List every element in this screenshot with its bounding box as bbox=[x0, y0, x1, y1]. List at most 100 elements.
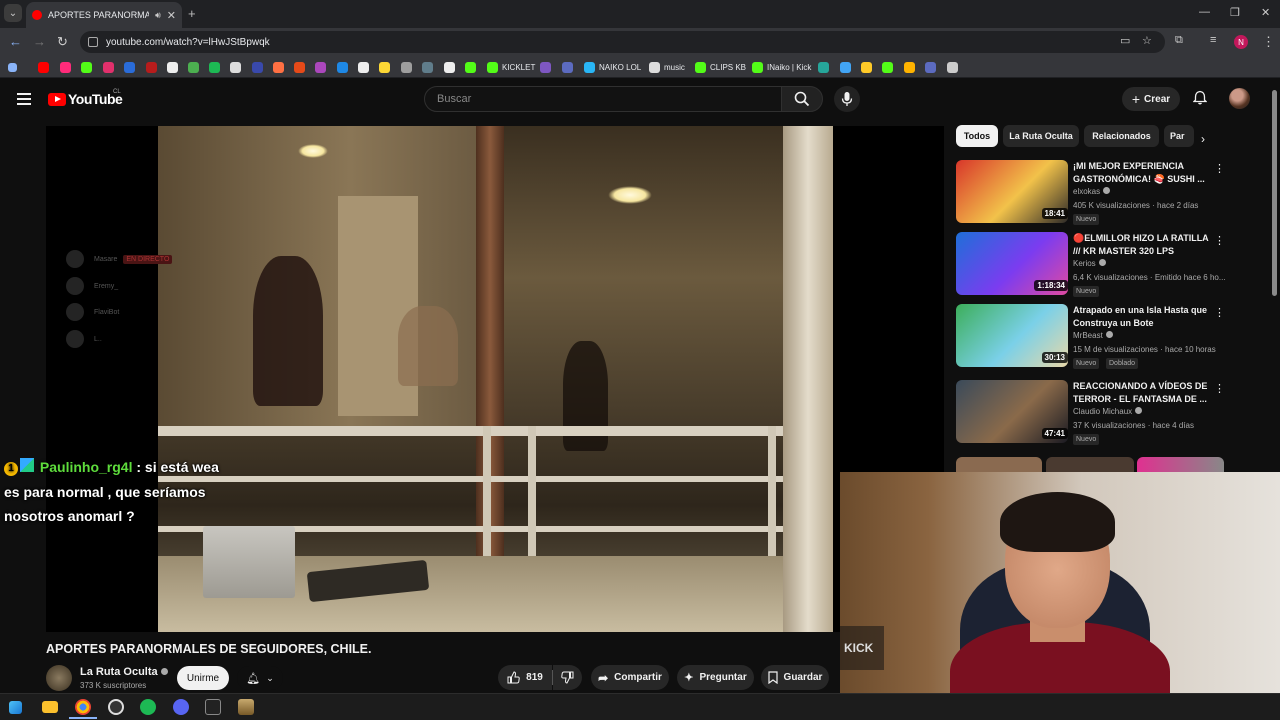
search-button[interactable] bbox=[781, 86, 823, 112]
bookmark-icon[interactable] bbox=[540, 61, 555, 73]
chip-partial[interactable]: Par bbox=[1164, 125, 1194, 147]
bookmark-music[interactable]: music bbox=[649, 61, 685, 73]
bookmark-kicklet[interactable]: KICKLET bbox=[487, 61, 535, 73]
user-avatar[interactable] bbox=[1229, 88, 1250, 109]
search-input[interactable]: Buscar bbox=[424, 86, 782, 112]
recommended-title[interactable]: REACCIONANDO A VÍDEOS DE TERROR - EL FAN… bbox=[1073, 380, 1213, 406]
notifications-bell-icon[interactable] bbox=[1192, 90, 1208, 108]
chrome-icon[interactable] bbox=[75, 699, 91, 715]
bookmark-icon[interactable] bbox=[444, 61, 459, 73]
more-options-icon[interactable]: ⋮ bbox=[1214, 382, 1225, 395]
video-thumbnail[interactable] bbox=[1137, 457, 1224, 473]
star-icon[interactable]: ☆ bbox=[1142, 34, 1152, 47]
bookmark-icon[interactable] bbox=[337, 61, 352, 73]
channel-avatar[interactable] bbox=[46, 665, 72, 691]
bookmark-icon[interactable] bbox=[840, 61, 855, 73]
video-player[interactable]: Masare EN DIRECTO Eremy_ FlaviBot L.. bbox=[46, 126, 944, 632]
extensions-icon[interactable]: ⧉ bbox=[1175, 34, 1183, 47]
bookmark-icon[interactable] bbox=[465, 61, 480, 73]
bookmark-x-icon[interactable] bbox=[167, 61, 182, 73]
subscription-bell-button[interactable]: 🔔︎ ⌄ bbox=[237, 666, 283, 690]
close-tab-icon[interactable]: ✕ bbox=[167, 9, 176, 22]
apps-grid-icon[interactable] bbox=[8, 61, 21, 73]
share-button[interactable]: ➦ Compartir bbox=[591, 665, 669, 690]
recommended-title[interactable]: 🔴ELMILLOR HIZO LA RATILLA /// KR MASTER … bbox=[1073, 232, 1213, 258]
bookmark-clips-kb[interactable]: CLIPS KB bbox=[695, 61, 746, 73]
site-settings-icon[interactable] bbox=[88, 37, 98, 47]
spotify-icon[interactable] bbox=[140, 699, 156, 715]
bookmark-icon[interactable] bbox=[861, 61, 876, 73]
bookmark-icon[interactable] bbox=[562, 61, 577, 73]
bookmark-icon[interactable] bbox=[252, 61, 267, 73]
chip-all[interactable]: Todos bbox=[956, 125, 998, 147]
join-button[interactable]: Unirme bbox=[177, 666, 229, 690]
recommended-video[interactable]: 1:18:34 🔴ELMILLOR HIZO LA RATILLA /// KR… bbox=[956, 232, 1226, 298]
youtube-logo-icon[interactable] bbox=[48, 93, 66, 106]
recommended-video[interactable]: 47:41 REACCIONANDO A VÍDEOS DE TERROR - … bbox=[956, 380, 1226, 446]
bookmark-naiko-lol[interactable]: NAIKO LOL bbox=[584, 61, 641, 73]
recommended-title[interactable]: ¡MI MEJOR EXPERIENCIA GASTRONÓMICA! 🍣 SU… bbox=[1073, 160, 1213, 186]
chevron-right-icon[interactable]: › bbox=[1201, 132, 1205, 146]
create-button[interactable]: + Crear bbox=[1122, 87, 1180, 111]
speaker-icon[interactable]: 🔊︎ bbox=[155, 10, 161, 21]
new-tab-icon[interactable]: + bbox=[188, 6, 196, 21]
bookmark-youtube-icon[interactable] bbox=[38, 61, 53, 73]
recommended-channel[interactable]: Claudio Michaux bbox=[1073, 407, 1143, 416]
profile-icon[interactable]: N bbox=[1234, 35, 1248, 49]
back-icon[interactable]: ← bbox=[9, 34, 22, 49]
bookmark-icon[interactable] bbox=[401, 61, 416, 73]
video-thumbnail[interactable] bbox=[1046, 457, 1134, 473]
bookmark-icon[interactable] bbox=[124, 61, 139, 73]
bookmark-icon[interactable] bbox=[904, 61, 919, 73]
recommended-channel[interactable]: elxokas bbox=[1073, 187, 1111, 196]
forward-icon[interactable]: → bbox=[33, 34, 46, 49]
bookmark-icon[interactable] bbox=[230, 61, 245, 73]
reload-icon[interactable]: ↻ bbox=[57, 34, 68, 50]
file-explorer-icon[interactable] bbox=[42, 701, 58, 713]
chip-related[interactable]: Relacionados bbox=[1084, 125, 1159, 147]
channel-name[interactable]: La Ruta Oculta bbox=[80, 666, 168, 678]
bookmark-icon[interactable] bbox=[315, 61, 330, 73]
hamburger-menu-icon[interactable] bbox=[17, 93, 31, 105]
tab-list-icon[interactable]: ⌄ bbox=[4, 4, 22, 22]
bookmark-icon[interactable] bbox=[188, 61, 203, 73]
restore-icon[interactable]: ❐ bbox=[1230, 6, 1240, 19]
bookmark-icon[interactable] bbox=[882, 61, 897, 73]
bookmark-icon[interactable] bbox=[146, 61, 161, 73]
bookmark-icon[interactable] bbox=[60, 61, 75, 73]
obs-icon[interactable] bbox=[108, 699, 124, 715]
bookmark-instagram-icon[interactable] bbox=[103, 61, 118, 73]
url-field[interactable]: youtube.com/watch?v=lHwJStBpwqk bbox=[80, 31, 1165, 53]
bookmark-icon[interactable] bbox=[358, 61, 373, 73]
scrollbar[interactable] bbox=[1272, 90, 1277, 296]
menu-icon[interactable]: ⋮ bbox=[1262, 34, 1275, 50]
dislike-button[interactable] bbox=[553, 665, 582, 690]
discord-icon[interactable] bbox=[173, 699, 189, 715]
chip-channel[interactable]: La Ruta Oculta bbox=[1003, 125, 1079, 147]
bookmark-icon[interactable] bbox=[294, 61, 309, 73]
bookmark-icon[interactable] bbox=[379, 61, 394, 73]
minimize-icon[interactable]: — bbox=[1199, 6, 1210, 18]
windows-start-icon[interactable] bbox=[9, 701, 22, 714]
video-thumbnail[interactable] bbox=[956, 457, 1042, 473]
more-options-icon[interactable]: ⋮ bbox=[1214, 306, 1225, 319]
recommended-video[interactable]: 18:41 ¡MI MEJOR EXPERIENCIA GASTRONÓMICA… bbox=[956, 160, 1226, 226]
reading-list-icon[interactable]: ≡ bbox=[1210, 34, 1216, 46]
bookmark-icon[interactable] bbox=[273, 61, 288, 73]
bookmark-naiko-kick[interactable]: INaiko | Kick bbox=[752, 61, 811, 73]
bookmark-icon[interactable] bbox=[422, 61, 437, 73]
window-close-icon[interactable]: ✕ bbox=[1261, 6, 1270, 19]
recommended-channel[interactable]: Kerios bbox=[1073, 259, 1106, 268]
bookmark-kick-icon[interactable] bbox=[81, 61, 96, 73]
bookmark-icon[interactable] bbox=[947, 61, 962, 73]
recommended-title[interactable]: Atrapado en una Isla Hasta que Construya… bbox=[1073, 304, 1213, 330]
more-options-icon[interactable]: ⋮ bbox=[1214, 234, 1225, 247]
recommended-video[interactable]: 30:13 Atrapado en una Isla Hasta que Con… bbox=[956, 304, 1226, 370]
bookmark-icon[interactable] bbox=[818, 61, 833, 73]
browser-tab-active[interactable]: APORTES PARANORMALES 🔊︎ ✕ bbox=[26, 2, 182, 28]
vrchat-icon[interactable] bbox=[205, 699, 221, 715]
save-button[interactable]: Guardar bbox=[761, 665, 829, 690]
ask-button[interactable]: ✦ Preguntar bbox=[677, 665, 754, 690]
like-button[interactable]: 819 bbox=[498, 665, 552, 690]
more-options-icon[interactable]: ⋮ bbox=[1214, 162, 1225, 175]
